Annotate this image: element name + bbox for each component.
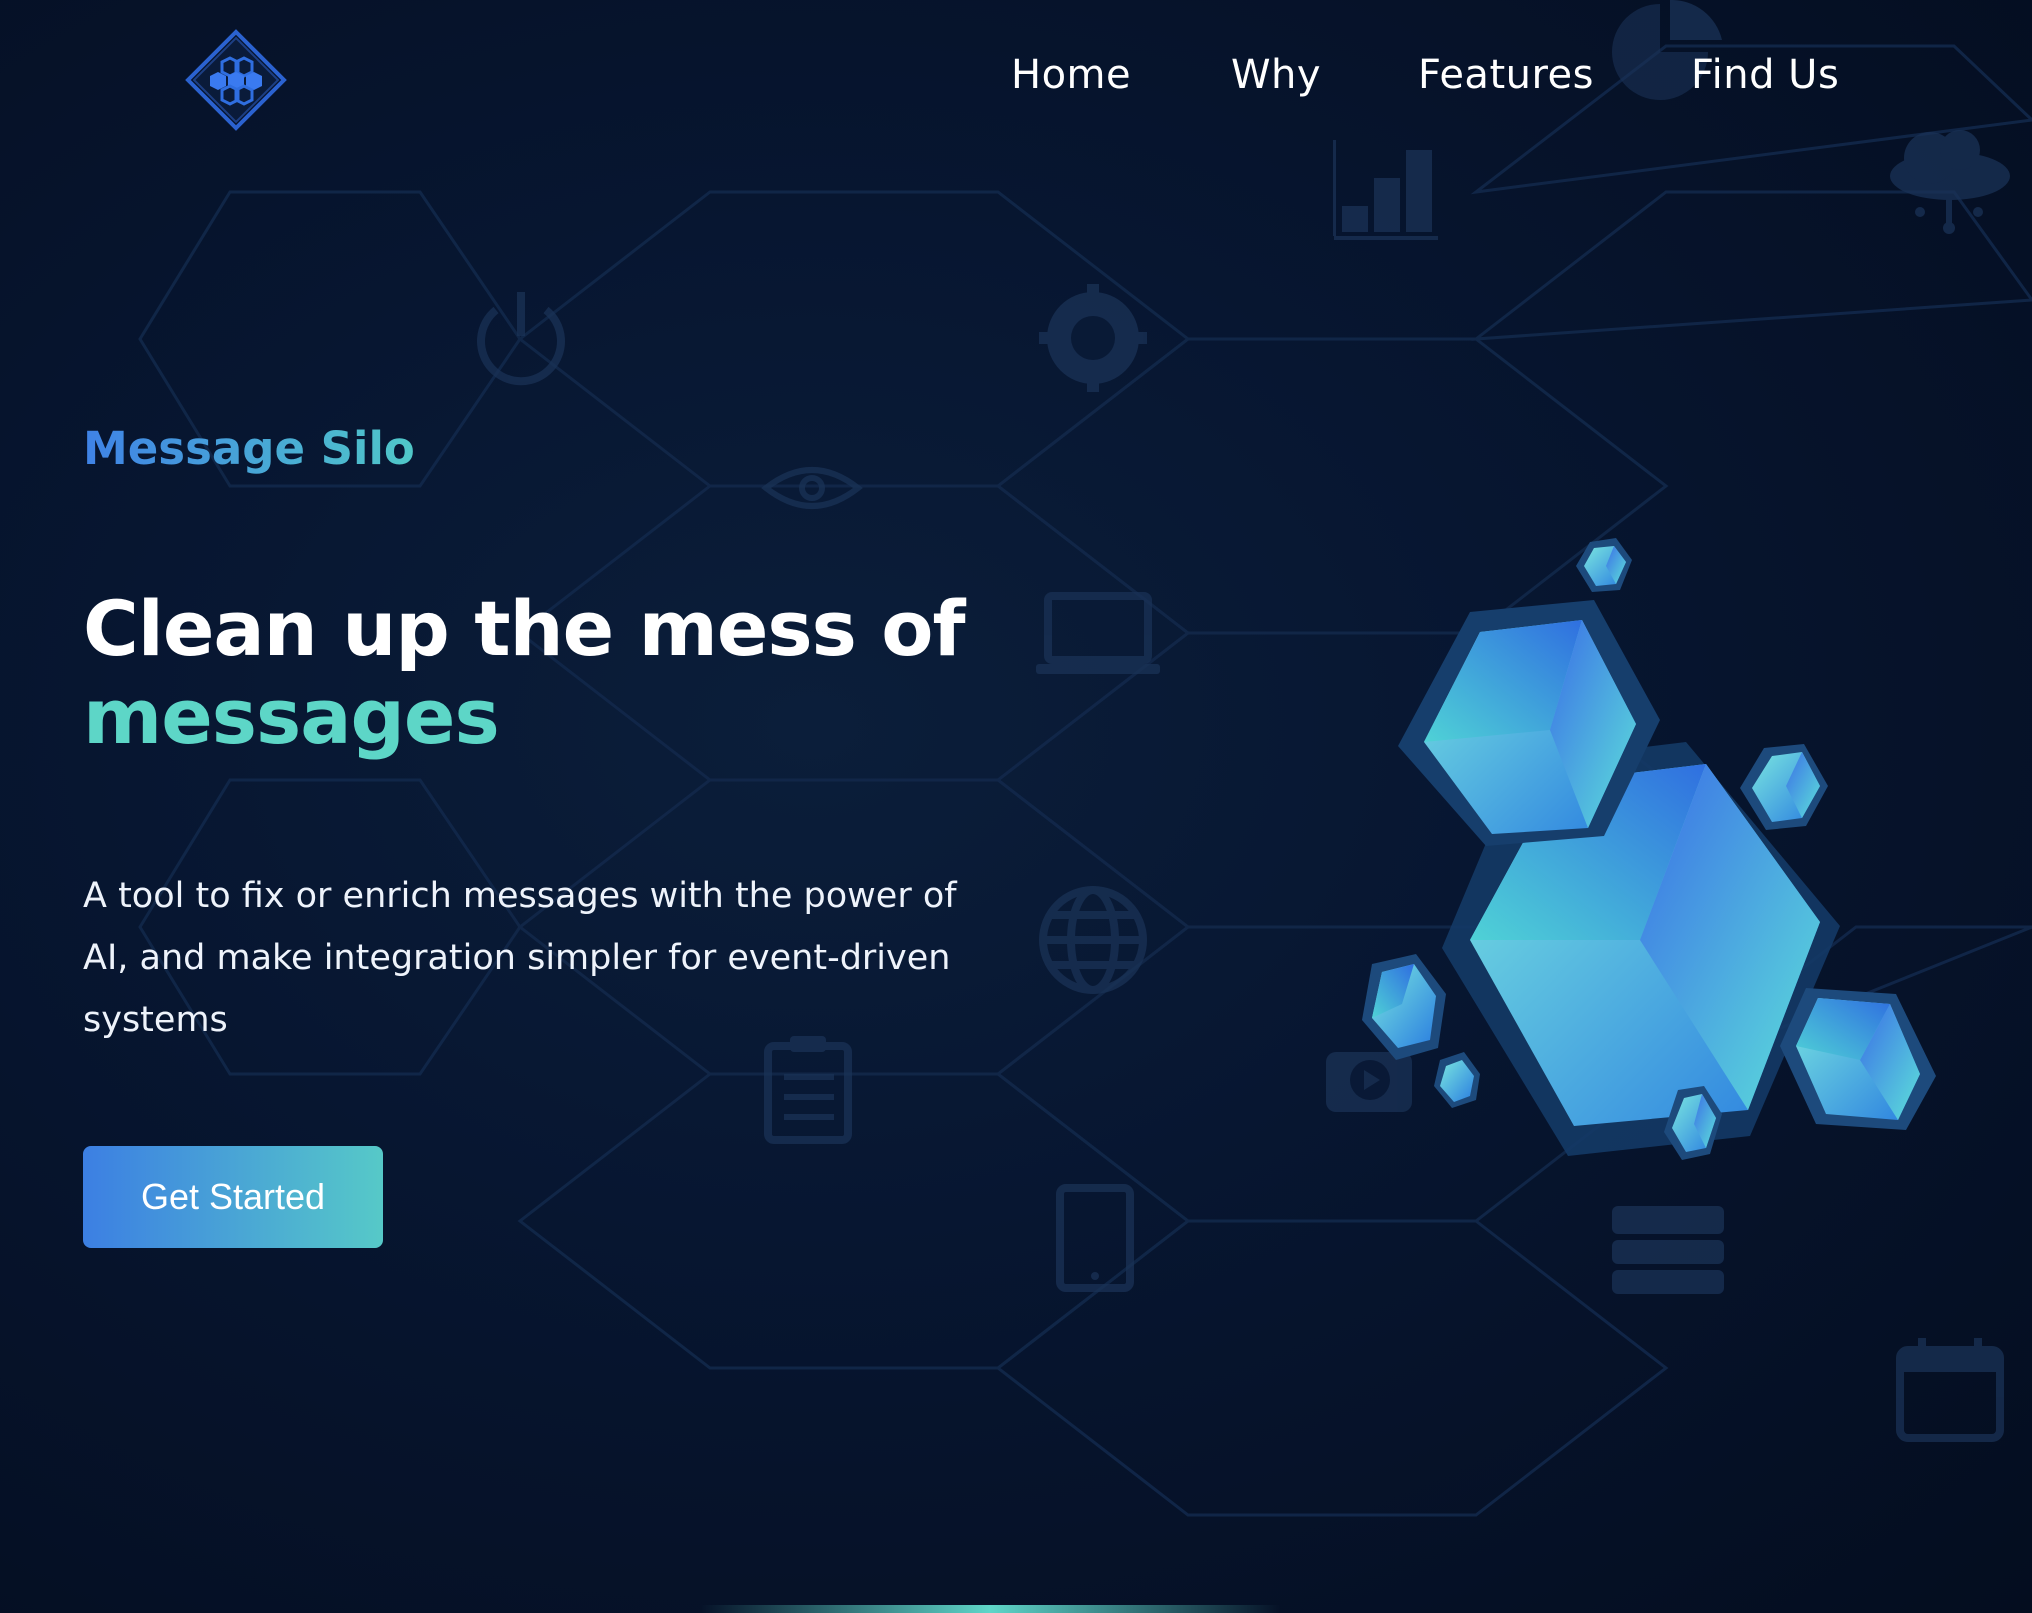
bar-chart-icon: [1333, 140, 1438, 240]
small-cube-top-icon: [1576, 538, 1632, 592]
hero-headline: Clean up the mess of messages: [83, 585, 1043, 761]
small-cube-right-icon: [1740, 744, 1828, 830]
brand-name: Message Silo: [83, 422, 415, 475]
nav-find-us-link[interactable]: Find Us: [1691, 52, 1839, 98]
nav-features-link[interactable]: Features: [1418, 52, 1594, 98]
main-nav: Home Why Features Find Us: [0, 52, 2032, 102]
cloud-network-icon: [1890, 130, 2010, 234]
small-cube-bottom-left-icon: [1434, 1052, 1480, 1108]
nav-why-link[interactable]: Why: [1231, 52, 1321, 98]
headline-line-2: messages: [83, 672, 500, 761]
bottom-glow-bar: [700, 1605, 1280, 1613]
gear-icon: [1039, 284, 1147, 392]
eye-icon: [761, 467, 863, 509]
medium-cube-right-icon: [1780, 988, 1936, 1130]
calendar-icon: [1896, 1338, 2004, 1442]
get-started-button[interactable]: Get Started: [83, 1146, 383, 1248]
nav-home-link[interactable]: Home: [1011, 52, 1131, 98]
globe-icon: [1039, 886, 1147, 994]
clipboard-icon: [764, 1036, 852, 1144]
hero-subtitle: A tool to fix or enrich messages with th…: [83, 876, 957, 1040]
small-cube-left-icon: [1362, 954, 1446, 1060]
hex-cubes-illustration: [1362, 538, 1936, 1160]
headline-line-1: Clean up the mess of: [83, 584, 966, 673]
server-icon: [1612, 1206, 1724, 1294]
laptop-icon: [1036, 592, 1160, 674]
